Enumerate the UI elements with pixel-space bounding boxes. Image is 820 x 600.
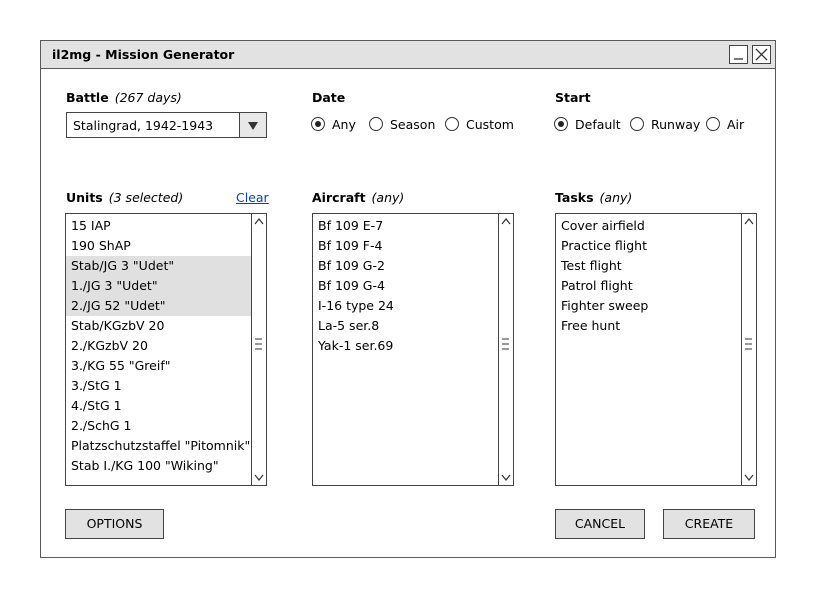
units-list-item[interactable]: 3./KG 55 "Greif" xyxy=(66,356,252,376)
units-scrollbar[interactable] xyxy=(251,214,266,485)
radio-button[interactable] xyxy=(311,117,325,131)
radio-label: Default xyxy=(575,117,621,132)
battle-days-note: (267 days) xyxy=(114,90,182,105)
units-list-item[interactable]: 3./StG 1 xyxy=(66,376,252,396)
battle-selected-value: Stalingrad, 1942-1943 xyxy=(73,118,214,133)
units-list-item[interactable]: 1./JG 3 "Udet" xyxy=(66,276,252,296)
radio-button[interactable] xyxy=(445,117,459,131)
units-rows: 15 IAP 190 ShAP Stab/JG 3 "Udet" 1./JG 3 "U… xyxy=(66,216,252,476)
scroll-up-icon[interactable] xyxy=(744,218,754,225)
units-list-item[interactable]: Stab/KGzbV 20 xyxy=(66,316,252,336)
aircraft-list-item[interactable]: Bf 109 F-4 xyxy=(313,236,499,256)
scroll-thumb[interactable] xyxy=(743,337,754,351)
aircraft-rows: Bf 109 E-7 Bf 109 F-4 Bf 109 G-2 Bf 109 G-4… xyxy=(313,216,499,356)
radio-label: Any xyxy=(332,117,356,132)
title-bar: il2mg - Mission Generator xyxy=(41,41,775,69)
cancel-button[interactable]: CANCEL xyxy=(555,509,645,539)
radio-button[interactable] xyxy=(554,117,568,131)
units-list-item[interactable]: Stab I./KG 100 "Wiking" xyxy=(66,456,252,476)
battle-label-group: Battle (267 days) xyxy=(66,90,182,105)
aircraft-list-item[interactable]: Bf 109 G-4 xyxy=(313,276,499,296)
scroll-up-icon[interactable] xyxy=(254,218,264,225)
tasks-scrollbar[interactable] xyxy=(741,214,756,485)
tasks-note: (any) xyxy=(599,190,633,205)
units-label-group: Units (3 selected) xyxy=(66,190,183,205)
close-button[interactable] xyxy=(752,45,771,64)
start-label: Start xyxy=(555,90,591,105)
units-selected-note: (3 selected) xyxy=(108,190,184,205)
tasks-list-item[interactable]: Fighter sweep xyxy=(556,296,742,316)
minimize-button[interactable] xyxy=(729,45,748,64)
units-list-item[interactable]: Platzschutzstaffel "Pitomnik" xyxy=(66,436,252,456)
start-label-group: Start xyxy=(555,90,591,105)
minimize-icon xyxy=(734,58,743,60)
aircraft-list-item[interactable]: I-16 type 24 xyxy=(313,296,499,316)
units-list-item[interactable]: Stab/JG 3 "Udet" xyxy=(66,256,252,276)
radio-label: Season xyxy=(390,117,436,132)
units-list-item[interactable]: 2./JG 52 "Udet" xyxy=(66,296,252,316)
scroll-thumb[interactable] xyxy=(500,337,511,351)
date-label-group: Date xyxy=(312,90,345,105)
aircraft-list-item[interactable]: Bf 109 G-2 xyxy=(313,256,499,276)
units-list-item[interactable]: 4./StG 1 xyxy=(66,396,252,416)
radio-label: Runway xyxy=(651,117,701,132)
date-label: Date xyxy=(312,90,346,105)
radio-button[interactable] xyxy=(369,117,383,131)
radio-label: Air xyxy=(727,117,745,132)
aircraft-list-item[interactable]: Bf 109 E-7 xyxy=(313,216,499,236)
units-list[interactable]: 15 IAP 190 ShAP Stab/JG 3 "Udet" 1./JG 3 "U… xyxy=(65,213,267,486)
battle-select[interactable]: Stalingrad, 1942-1943 xyxy=(66,112,267,138)
scroll-down-icon[interactable] xyxy=(254,474,264,481)
create-button[interactable]: CREATE xyxy=(663,509,755,539)
units-list-item[interactable]: 2./SchG 1 xyxy=(66,416,252,436)
tasks-label: Tasks xyxy=(555,190,594,205)
close-icon xyxy=(755,48,768,61)
units-list-item[interactable]: 15 IAP xyxy=(66,216,252,236)
tasks-label-group: Tasks (any) xyxy=(555,190,632,205)
scroll-thumb[interactable] xyxy=(253,337,264,351)
aircraft-label-group: Aircraft (any) xyxy=(312,190,404,205)
tasks-list-item[interactable]: Cover airfield xyxy=(556,216,742,236)
tasks-list-item[interactable]: Practice flight xyxy=(556,236,742,256)
radio-label: Custom xyxy=(466,117,514,132)
aircraft-note: (any) xyxy=(371,190,405,205)
window-title: il2mg - Mission Generator xyxy=(52,47,235,62)
scroll-down-icon[interactable] xyxy=(744,474,754,481)
tasks-list-item[interactable]: Test flight xyxy=(556,256,742,276)
battle-label: Battle xyxy=(66,90,109,105)
tasks-rows: Cover airfield Practice flight Test flight… xyxy=(556,216,742,336)
scroll-up-icon[interactable] xyxy=(501,218,511,225)
aircraft-list[interactable]: Bf 109 E-7 Bf 109 F-4 Bf 109 G-2 Bf 109 G-4… xyxy=(312,213,514,486)
aircraft-scrollbar[interactable] xyxy=(498,214,513,485)
tasks-list-item[interactable]: Patrol flight xyxy=(556,276,742,296)
aircraft-label: Aircraft xyxy=(312,190,366,205)
mission-generator-window: il2mg - Mission Generator Battle (267 day… xyxy=(40,40,776,558)
scroll-down-icon[interactable] xyxy=(501,474,511,481)
units-label: Units xyxy=(66,190,103,205)
units-list-item[interactable]: 2./KGzbV 20 xyxy=(66,336,252,356)
radio-button[interactable] xyxy=(630,117,644,131)
aircraft-list-item[interactable]: La-5 ser.8 xyxy=(313,316,499,336)
clear-units-link[interactable]: Clear xyxy=(236,190,269,205)
tasks-list[interactable]: Cover airfield Practice flight Test flight… xyxy=(555,213,757,486)
units-list-item[interactable]: 190 ShAP xyxy=(66,236,252,256)
radio-button[interactable] xyxy=(706,117,720,131)
chevron-down-icon[interactable] xyxy=(239,113,266,137)
options-button[interactable]: OPTIONS xyxy=(65,509,164,539)
aircraft-list-item[interactable]: Yak-1 ser.69 xyxy=(313,336,499,356)
tasks-list-item[interactable]: Free hunt xyxy=(556,316,742,336)
